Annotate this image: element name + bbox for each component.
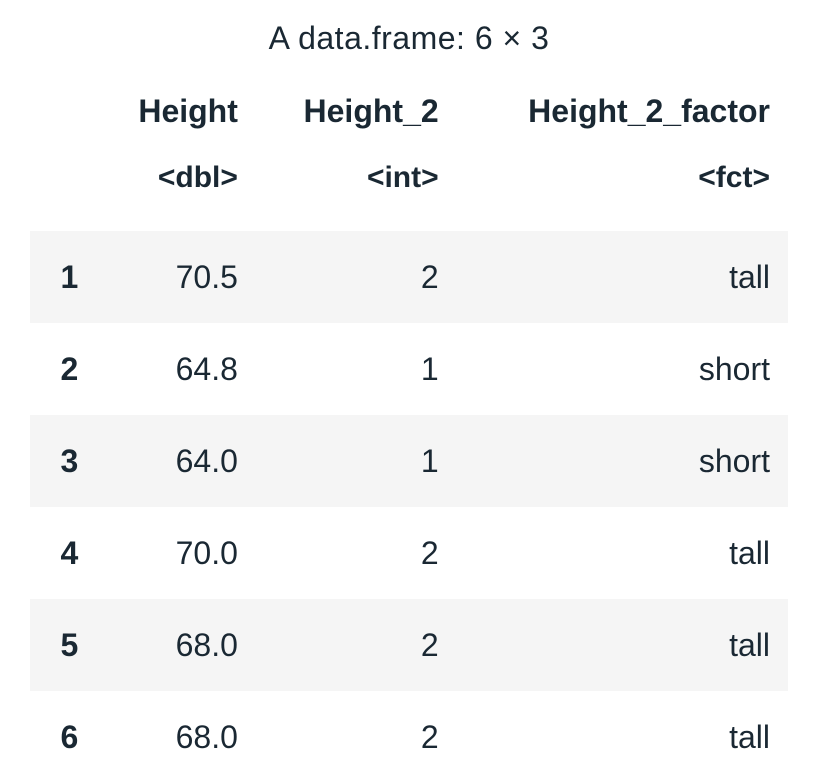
- column-header-row: Height Height_2 Height_2_factor: [30, 79, 788, 143]
- table-row: 6 68.0 2 tall: [30, 691, 788, 783]
- cell-height: 68.0: [90, 599, 256, 691]
- table-caption: A data.frame: 6 × 3: [30, 20, 788, 57]
- column-header-height2factor: Height_2_factor: [457, 79, 788, 143]
- cell-height2: 2: [256, 231, 457, 323]
- row-index: 1: [30, 231, 90, 323]
- row-index: 3: [30, 415, 90, 507]
- table-row: 1 70.5 2 tall: [30, 231, 788, 323]
- column-type-height2factor: <fct>: [457, 143, 788, 231]
- cell-height2: 1: [256, 415, 457, 507]
- cell-height2: 1: [256, 323, 457, 415]
- cell-height2: 2: [256, 691, 457, 783]
- column-type-row: <dbl> <int> <fct>: [30, 143, 788, 231]
- cell-height2: 2: [256, 599, 457, 691]
- column-header-height2: Height_2: [256, 79, 457, 143]
- cell-height2factor: short: [457, 415, 788, 507]
- cell-height: 70.5: [90, 231, 256, 323]
- cell-height2factor: tall: [457, 691, 788, 783]
- cell-height2: 2: [256, 507, 457, 599]
- header-blank-corner: [30, 79, 90, 143]
- cell-height2factor: tall: [457, 231, 788, 323]
- cell-height2factor: tall: [457, 507, 788, 599]
- cell-height2factor: tall: [457, 599, 788, 691]
- cell-height2factor: short: [457, 323, 788, 415]
- table-row: 2 64.8 1 short: [30, 323, 788, 415]
- row-index: 2: [30, 323, 90, 415]
- row-index: 5: [30, 599, 90, 691]
- data-frame-table: Height Height_2 Height_2_factor <dbl> <i…: [30, 79, 788, 783]
- table-row: 3 64.0 1 short: [30, 415, 788, 507]
- column-type-height2: <int>: [256, 143, 457, 231]
- cell-height: 68.0: [90, 691, 256, 783]
- cell-height: 64.8: [90, 323, 256, 415]
- column-type-height: <dbl>: [90, 143, 256, 231]
- column-header-height: Height: [90, 79, 256, 143]
- cell-height: 70.0: [90, 507, 256, 599]
- table-row: 4 70.0 2 tall: [30, 507, 788, 599]
- table-row: 5 68.0 2 tall: [30, 599, 788, 691]
- row-index: 6: [30, 691, 90, 783]
- type-blank-corner: [30, 143, 90, 231]
- cell-height: 64.0: [90, 415, 256, 507]
- row-index: 4: [30, 507, 90, 599]
